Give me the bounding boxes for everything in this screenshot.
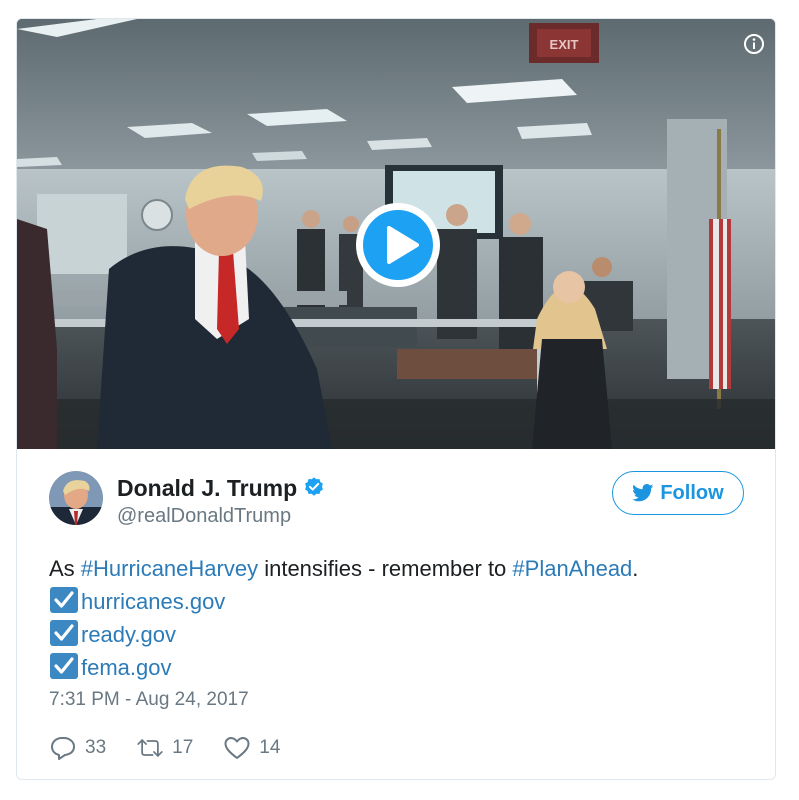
video-player[interactable]: EXIT (17, 19, 775, 449)
twitter-bird-icon (632, 484, 654, 502)
reply-count: 33 (85, 737, 107, 758)
tweet-timestamp[interactable]: 7:31 PM - Aug 24, 2017 (49, 689, 249, 711)
exit-sign-text: EXIT (550, 37, 579, 52)
link-hurricanes-gov[interactable]: hurricanes.gov (81, 589, 225, 614)
avatar-image (49, 471, 103, 525)
checkbox-emoji-icon (50, 587, 78, 613)
reply-button[interactable]: 33 (49, 735, 106, 761)
tweet-line-link-3: fema.gov (49, 651, 749, 684)
follow-label: Follow (660, 481, 724, 504)
author-name-text: Donald J. Trump (117, 475, 298, 501)
checkbox-emoji-icon (50, 653, 78, 679)
follow-button[interactable]: Follow (612, 471, 744, 515)
tweet-card: EXIT Donald J. Trump @realDonaldTrump Fo… (16, 18, 776, 780)
tweet-text-middle: intensifies - remember to (258, 556, 513, 581)
tweet-line-link-1: hurricanes.gov (49, 585, 749, 618)
retweet-icon (137, 739, 163, 757)
retweet-count: 17 (172, 737, 194, 758)
link-ready-gov[interactable]: ready.gov (81, 622, 176, 647)
tweet-line-link-2: ready.gov (49, 618, 749, 651)
hashtag-hurricaneharvey[interactable]: #HurricaneHarvey (81, 556, 258, 581)
link-fema-gov[interactable]: fema.gov (81, 655, 172, 680)
checkbox-emoji-icon (50, 620, 78, 646)
tweet-text: As #HurricaneHarvey intensifies - rememb… (49, 552, 749, 684)
reply-icon (51, 737, 75, 760)
info-icon[interactable] (743, 33, 765, 55)
hashtag-planahead[interactable]: #PlanAhead (512, 556, 632, 581)
author-handle[interactable]: @realDonaldTrump (117, 505, 291, 528)
tweet-text-end: . (632, 556, 639, 581)
play-button[interactable] (355, 202, 441, 288)
tweet-line-1: As #HurricaneHarvey intensifies - rememb… (49, 552, 749, 585)
tweet-text-lead: As (49, 556, 81, 581)
heart-icon (224, 737, 250, 759)
author-name[interactable]: Donald J. Trump (117, 475, 325, 502)
retweet-button[interactable]: 17 (136, 735, 193, 761)
like-button[interactable]: 14 (223, 735, 280, 761)
verified-badge-icon (305, 477, 324, 496)
like-count: 14 (259, 737, 281, 758)
tweet-actions: 33 17 14 (49, 733, 310, 763)
avatar[interactable] (49, 471, 103, 525)
